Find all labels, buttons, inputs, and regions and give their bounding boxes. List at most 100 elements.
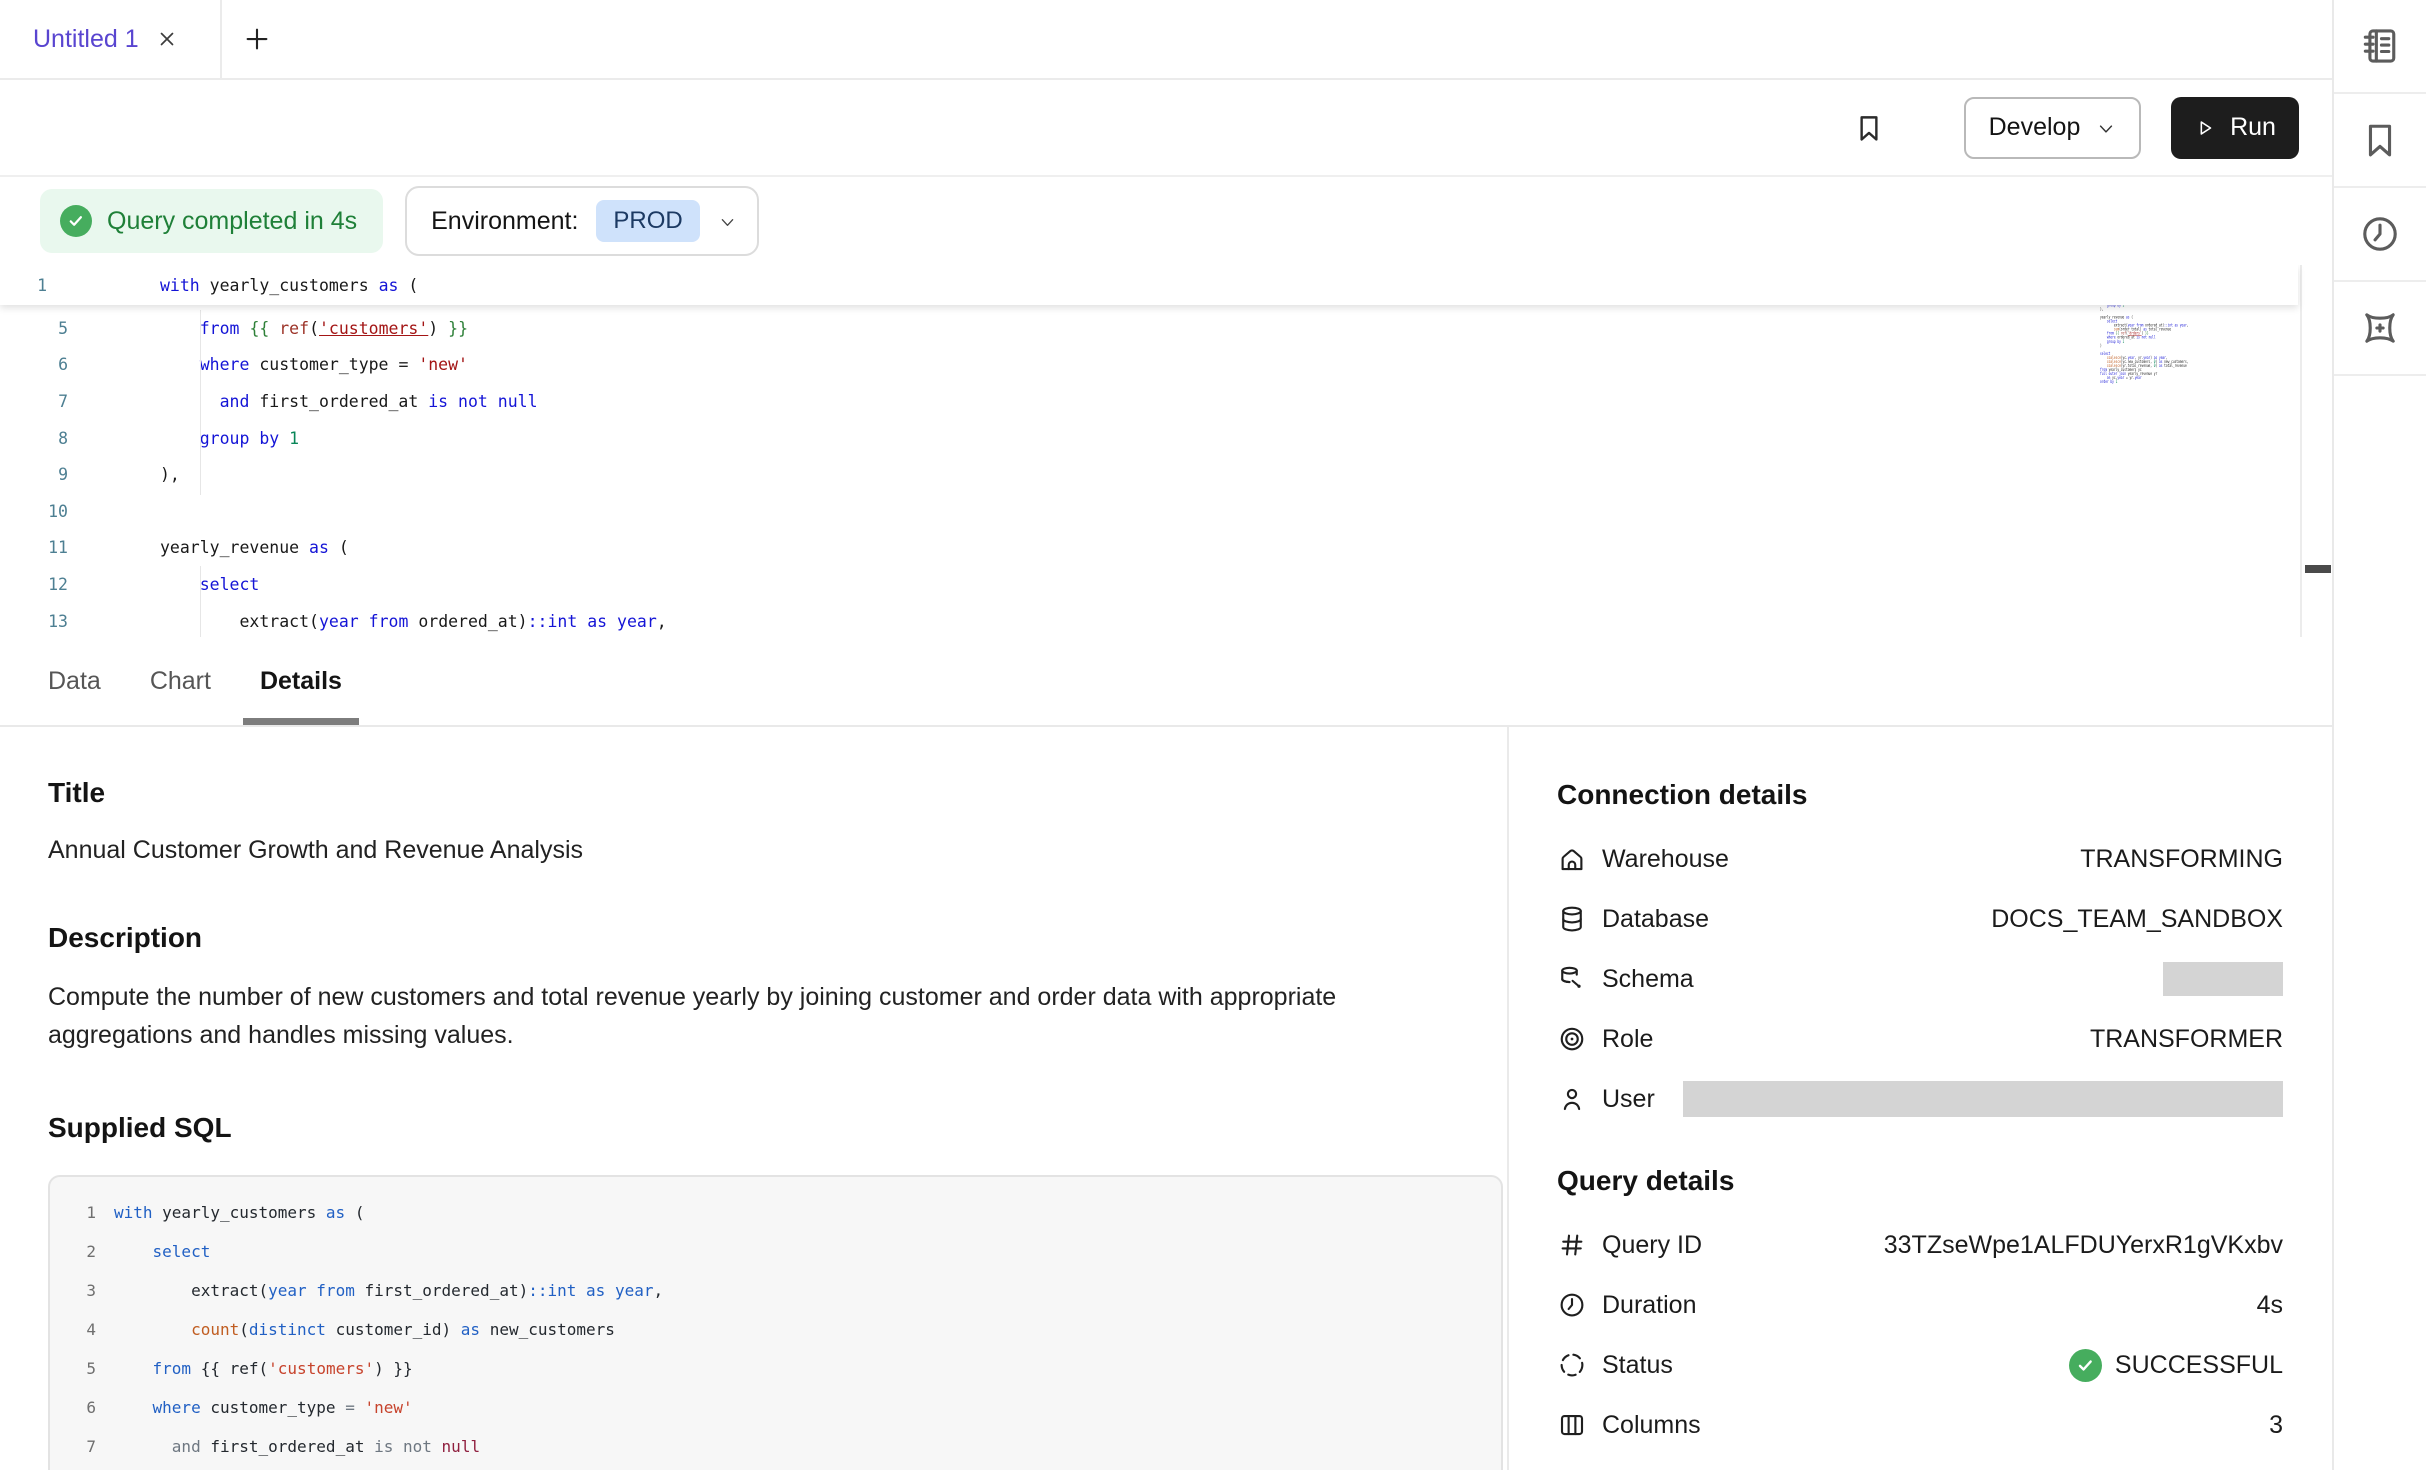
right-sidebar (2332, 0, 2426, 1470)
code-line: from {{ ref('customers') }} (96, 1359, 413, 1378)
develop-button[interactable]: Develop (1964, 97, 2141, 159)
connection-details-heading: Connection details (1557, 779, 2283, 811)
tab-untitled-1[interactable]: Untitled 1 (0, 0, 222, 78)
tab-data[interactable]: Data (48, 637, 101, 725)
role-icon (1557, 1024, 1587, 1054)
detail-value: TRANSFORMING (2080, 845, 2283, 874)
bookmark-icon[interactable] (1852, 111, 1886, 145)
editor-line: 12 select (0, 566, 2298, 603)
line-number: 10 (0, 502, 68, 521)
detail-row-query-id: Query ID 33TZseWpe1ALFDUYerxR1gVKxbv (1557, 1227, 2283, 1263)
detail-row-columns: Columns3 (1557, 1407, 2283, 1443)
environment-dropdown[interactable]: Environment: PROD (405, 186, 759, 256)
detail-label: Query ID (1602, 1231, 1702, 1260)
detail-label: User (1602, 1085, 1655, 1114)
detail-value (1683, 1081, 2283, 1117)
line-number: 2 (50, 1242, 96, 1261)
editor-lines: 5 from {{ ref('customers') }} 6 where cus… (0, 310, 2298, 637)
chevron-down-icon (2096, 119, 2116, 139)
line-number: 9 (0, 465, 68, 484)
sql-editor[interactable]: 5 from {{ ref('customers') }} 6 where cus… (0, 265, 2332, 637)
query-details-rows: Query ID 33TZseWpe1ALFDUYerxR1gVKxbv Durat… (1557, 1227, 2283, 1470)
detail-row-warehouse: WarehouseTRANSFORMING (1557, 841, 2283, 877)
supplied-sql-heading: Supplied SQL (48, 1112, 1503, 1144)
app-root: Untitled 1 Develop Run Query completed i… (0, 0, 2426, 1470)
detail-row-database: Database DOCS_TEAM_SANDBOX (1557, 901, 2283, 937)
detail-row-schema: Schema (1557, 961, 2283, 997)
check-icon (67, 212, 85, 230)
loader-icon (1557, 1350, 1587, 1380)
toolbar: Develop Run (0, 80, 2332, 177)
line-number: 5 (50, 1359, 96, 1378)
editor-line: 13 extract(year from ordered_at)::int as… (0, 603, 2298, 637)
sidebar-item-history[interactable] (2334, 188, 2426, 282)
plus-icon (242, 24, 272, 54)
notebook-icon (2358, 24, 2402, 68)
detail-row-user: User (1557, 1081, 2283, 1117)
code-line: from {{ ref('customers') }} (68, 319, 468, 338)
line-number: 5 (0, 319, 68, 338)
database-icon (1557, 904, 1587, 934)
sidebar-item-notebook[interactable] (2334, 0, 2426, 94)
clock-icon (1557, 1290, 1587, 1320)
sql-line: 6 where customer_type = 'new' (50, 1388, 1501, 1427)
line-number: 7 (50, 1437, 96, 1456)
editor-line: 10 (0, 493, 2298, 530)
code-line: where customer_type = 'new' (68, 355, 468, 374)
line-number: 3 (50, 1281, 96, 1300)
chevron-down-icon (718, 213, 737, 232)
detail-value (2163, 962, 2283, 996)
sql-line: 7 and first_ordered_at is not null (50, 1427, 1501, 1466)
detail-value: DOCS_TEAM_SANDBOX (1991, 905, 2283, 934)
sidebar-item-bookmark[interactable] (2334, 94, 2426, 188)
line-number: 13 (0, 612, 68, 631)
indent-guide (200, 310, 201, 495)
supplied-sql-block: 1with yearly_customers as (2 select3 ext… (48, 1175, 1503, 1470)
line-number: 8 (0, 429, 68, 448)
sql-line: 3 extract(year from first_ordered_at)::i… (50, 1271, 1501, 1310)
description-line: Compute the number of new customers and … (48, 978, 1503, 1016)
sql-line: 4 count(distinct customer_id) as new_cus… (50, 1310, 1501, 1349)
code-line: where customer_type = 'new' (96, 1398, 413, 1417)
connection-details-rows: WarehouseTRANSFORMING Database DOCS_TEAM_S… (1557, 841, 2283, 1117)
tab-details[interactable]: Details (260, 637, 342, 725)
tab-bar: Untitled 1 (0, 0, 2332, 80)
detail-label: Schema (1602, 965, 1694, 994)
code-line: and first_ordered_at is not null (68, 392, 538, 411)
editor-sticky-line: 1 with yearly_customers as ( (0, 265, 2298, 305)
detail-label: Duration (1602, 1291, 1697, 1320)
environment-value-badge: PROD (596, 200, 699, 242)
details-right-column: Connection details WarehouseTRANSFORMING… (1507, 727, 2332, 1470)
line-number: 1 (0, 276, 47, 295)
check-icon (2076, 1356, 2095, 1375)
close-icon[interactable] (155, 27, 179, 51)
description-heading: Description (48, 922, 1503, 954)
run-button[interactable]: Run (2171, 97, 2299, 159)
editor-line: 7 and first_ordered_at is not null (0, 383, 2298, 420)
play-icon (2194, 117, 2216, 139)
tab-label: Untitled 1 (33, 25, 139, 54)
sql-line: 2 select (50, 1232, 1501, 1271)
code-line: with yearly_customers as ( (47, 276, 418, 295)
detail-label: Role (1602, 1025, 1653, 1054)
bookmark-icon (2358, 118, 2402, 162)
query-status-pill: Query completed in 4s (40, 189, 383, 253)
editor-scrollbar[interactable] (2300, 265, 2332, 637)
columns-icon (1557, 1410, 1587, 1440)
editor-line: 11yearly_revenue as ( (0, 530, 2298, 567)
editor-line: 6 where customer_type = 'new' (0, 347, 2298, 384)
details-panel: Title Annual Customer Growth and Revenue… (0, 727, 2332, 1470)
detail-value: 3 (2269, 1411, 2283, 1440)
code-line: count(distinct customer_id) as new_custo… (96, 1320, 615, 1339)
detail-row-role: RoleTRANSFORMER (1557, 1021, 2283, 1057)
sidebar-item-explore[interactable] (2334, 282, 2426, 376)
detail-label: Database (1602, 905, 1709, 934)
develop-label: Develop (1989, 113, 2081, 142)
new-tab-button[interactable] (222, 0, 292, 78)
main-area: Untitled 1 Develop Run Query completed i… (0, 0, 2332, 1470)
tab-chart[interactable]: Chart (150, 637, 211, 725)
detail-value: 33TZseWpe1ALFDUYerxR1gVKxbv (1884, 1231, 2283, 1260)
description-line: aggregations and handles missing values. (48, 1016, 1503, 1054)
code-line: group by 1 (68, 429, 299, 448)
scrollbar-thumb[interactable] (2305, 565, 2331, 573)
